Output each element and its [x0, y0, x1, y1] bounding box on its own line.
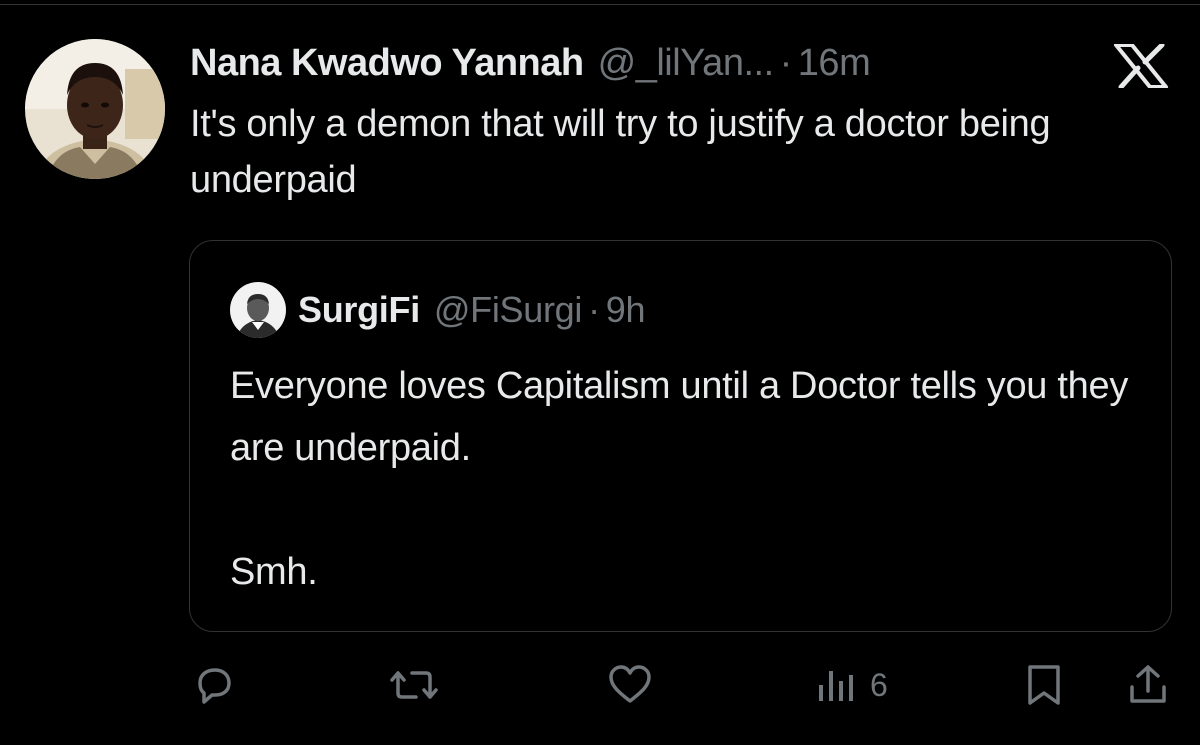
quoted-tweet-timestamp[interactable]: 9h	[606, 289, 646, 331]
quoted-tweet-text: Everyone loves Capitalism until a Doctor…	[230, 365, 1129, 593]
bookmark-icon	[1022, 661, 1066, 709]
author-name[interactable]: Nana Kwadwo Yannah	[190, 42, 584, 85]
reply-button[interactable]	[190, 660, 238, 710]
separator-dot: ·	[779, 41, 793, 84]
analytics-icon	[816, 661, 858, 709]
share-icon	[1124, 661, 1172, 709]
author-avatar[interactable]	[25, 39, 165, 179]
x-logo-icon	[1112, 42, 1170, 90]
tweet-header: Nana Kwadwo Yannah @_lilYan... · 16m	[190, 40, 871, 86]
views-button[interactable]: 6	[816, 660, 888, 710]
quoted-author-name[interactable]: SurgiFi	[298, 289, 420, 331]
share-button[interactable]	[1124, 660, 1172, 710]
quoted-separator-dot: ·	[588, 289, 600, 330]
author-handle[interactable]: @_lilYan...	[598, 42, 775, 85]
quoted-tweet-header: SurgiFi @FiSurgi · 9h	[230, 282, 646, 338]
quoted-author-avatar[interactable]	[230, 282, 286, 338]
heart-icon	[605, 661, 655, 709]
quoted-author-handle[interactable]: @FiSurgi	[434, 289, 582, 331]
retweet-button[interactable]	[388, 660, 440, 710]
reply-icon	[190, 661, 238, 709]
quoted-tweet-card[interactable]: SurgiFi @FiSurgi · 9h Everyone loves Cap…	[189, 240, 1172, 632]
top-divider	[0, 4, 1200, 5]
like-button[interactable]	[605, 660, 655, 710]
tweet-timestamp[interactable]: 16m	[798, 42, 871, 85]
bookmark-button[interactable]	[1022, 660, 1066, 710]
views-count: 6	[870, 666, 888, 703]
tweet-text: It's only a demon that will try to justi…	[190, 103, 1051, 201]
retweet-icon	[388, 661, 440, 709]
